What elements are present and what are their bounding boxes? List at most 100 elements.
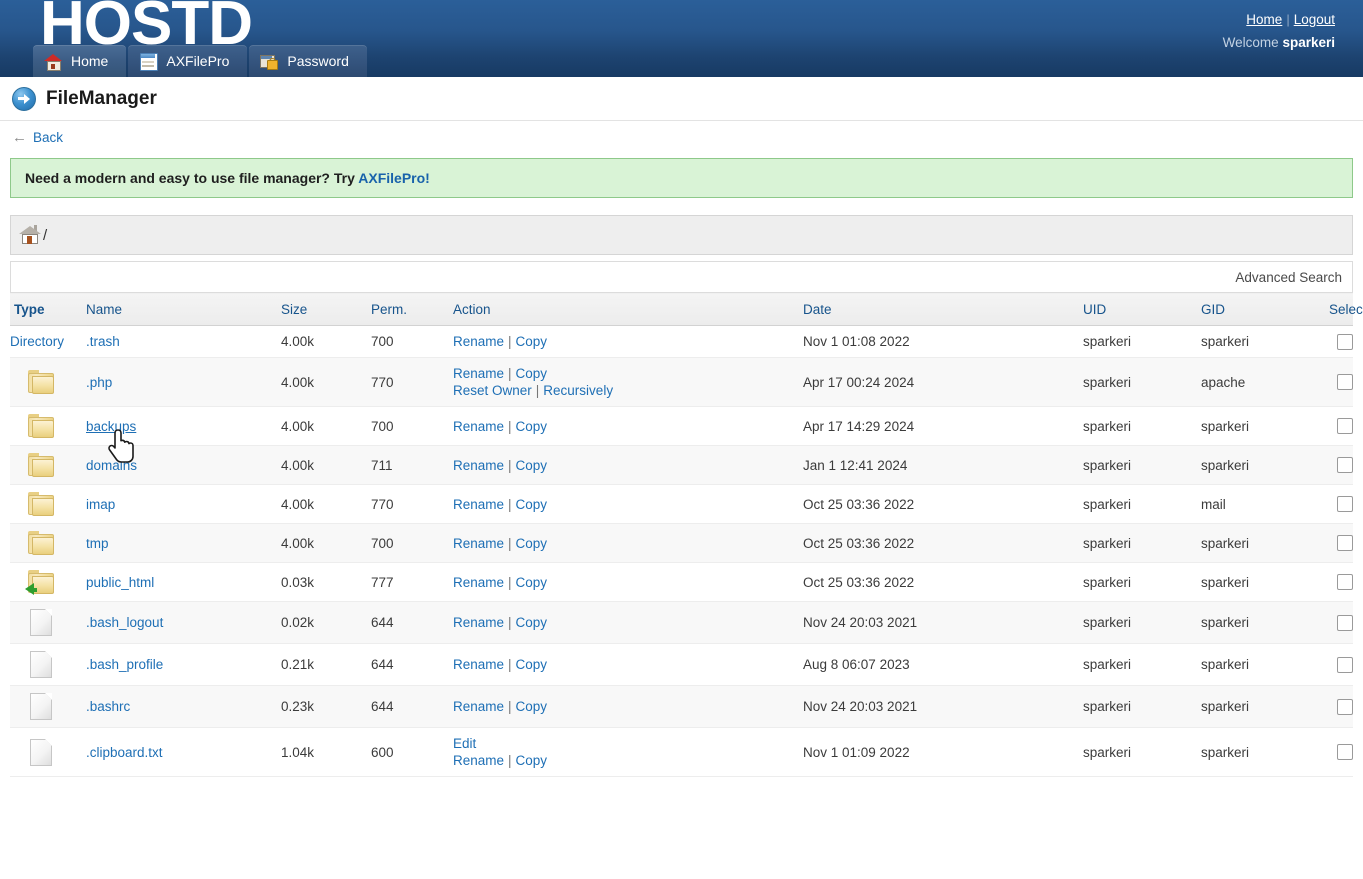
action-separator: | xyxy=(508,535,512,551)
advanced-search-link[interactable]: Advanced Search xyxy=(1235,270,1342,285)
row-type-link[interactable]: Directory xyxy=(10,334,64,349)
folder-icon[interactable] xyxy=(28,492,55,516)
row-select-checkbox[interactable] xyxy=(1337,333,1353,350)
header-logout-link[interactable]: Logout xyxy=(1294,12,1335,27)
row-permissions: 770 xyxy=(371,496,394,512)
row-uid: sparkeri xyxy=(1083,615,1132,630)
tab-axfilepro[interactable]: AXFilePro xyxy=(128,45,248,77)
action-separator: | xyxy=(508,574,512,590)
row-select-checkbox[interactable] xyxy=(1337,457,1353,474)
action-copy-link[interactable]: Copy xyxy=(516,575,548,590)
file-icon[interactable] xyxy=(30,609,52,636)
action-edit-link[interactable]: Edit xyxy=(453,736,476,751)
row-name-cell: .bash_logout xyxy=(86,602,281,644)
row-date: Nov 24 20:03 2021 xyxy=(803,699,918,714)
col-header-size[interactable]: Size xyxy=(281,292,371,326)
action-rename-link[interactable]: Rename xyxy=(453,458,504,473)
file-name-link[interactable]: .clipboard.txt xyxy=(86,745,163,760)
action-copy-link[interactable]: Copy xyxy=(516,497,548,512)
action-copy-link[interactable]: Copy xyxy=(516,536,548,551)
folder-icon[interactable] xyxy=(28,531,55,555)
row-size: 4.00k xyxy=(281,418,315,434)
action-recursively-link[interactable]: Recursively xyxy=(543,383,613,398)
action-copy-link[interactable]: Copy xyxy=(516,615,548,630)
col-header-perm[interactable]: Perm. xyxy=(371,292,453,326)
row-permissions: 700 xyxy=(371,418,394,434)
file-icon[interactable] xyxy=(30,651,52,678)
file-name-link[interactable]: .bash_logout xyxy=(86,615,163,630)
action-rename-link[interactable]: Rename xyxy=(453,615,504,630)
action-line: Rename | Copy xyxy=(453,457,803,474)
action-rename-link[interactable]: Rename xyxy=(453,753,504,768)
header-home-link[interactable]: Home xyxy=(1246,12,1282,27)
action-rename-link[interactable]: Rename xyxy=(453,497,504,512)
row-date: Apr 17 14:29 2024 xyxy=(803,418,915,434)
password-icon xyxy=(260,52,279,70)
notice-axfilepro-link[interactable]: AXFilePro! xyxy=(358,170,430,186)
row-select-checkbox[interactable] xyxy=(1337,496,1353,513)
action-rename-link[interactable]: Rename xyxy=(453,419,504,434)
row-select-checkbox[interactable] xyxy=(1337,374,1353,391)
tab-home[interactable]: Home xyxy=(33,45,127,77)
col-header-gid[interactable]: GID xyxy=(1201,292,1329,326)
file-name-link[interactable]: .trash xyxy=(86,334,120,349)
action-copy-link[interactable]: Copy xyxy=(516,334,548,349)
action-copy-link[interactable]: Copy xyxy=(516,366,548,381)
action-copy-link[interactable]: Copy xyxy=(516,699,548,714)
action-rename-link[interactable]: Rename xyxy=(453,536,504,551)
file-name-link[interactable]: backups xyxy=(86,419,136,434)
action-copy-link[interactable]: Copy xyxy=(516,657,548,672)
file-table-header-row: Type Name Size Perm. Action Date UID GID… xyxy=(10,292,1363,326)
action-rename-link[interactable]: Rename xyxy=(453,575,504,590)
row-select-checkbox[interactable] xyxy=(1337,574,1353,591)
action-separator: | xyxy=(508,657,512,672)
row-select-checkbox[interactable] xyxy=(1337,744,1353,761)
col-header-name[interactable]: Name xyxy=(86,292,281,326)
action-reset-owner-link[interactable]: Reset Owner xyxy=(453,383,532,398)
file-name-link[interactable]: imap xyxy=(86,497,115,512)
tab-password[interactable]: Password xyxy=(249,45,367,77)
row-select-checkbox[interactable] xyxy=(1337,535,1353,552)
row-select-checkbox[interactable] xyxy=(1337,418,1353,435)
action-rename-link[interactable]: Rename xyxy=(453,657,504,672)
action-copy-link[interactable]: Copy xyxy=(516,753,548,768)
file-icon[interactable] xyxy=(30,693,52,720)
folder-icon[interactable] xyxy=(28,453,55,477)
row-permissions: 700 xyxy=(371,535,394,551)
row-select-checkbox[interactable] xyxy=(1337,656,1353,673)
col-header-select[interactable]: Select xyxy=(1329,292,1363,326)
file-name-link[interactable]: .bash_profile xyxy=(86,657,163,672)
folder-icon[interactable] xyxy=(28,414,55,438)
welcome-message: Welcome sparkeri xyxy=(1223,35,1335,50)
folder-icon xyxy=(10,524,86,563)
file-name-link[interactable]: .bashrc xyxy=(86,699,130,714)
row-permissions: 600 xyxy=(371,744,394,760)
folder-icon[interactable] xyxy=(28,370,55,394)
file-name-link[interactable]: domains xyxy=(86,458,137,473)
action-rename-link[interactable]: Rename xyxy=(453,699,504,714)
folder-symlink-icon[interactable] xyxy=(25,570,55,595)
row-select-checkbox[interactable] xyxy=(1337,698,1353,715)
action-copy-link[interactable]: Copy xyxy=(516,419,548,434)
back-link[interactable]: ← Back xyxy=(12,129,63,146)
col-header-date[interactable]: Date xyxy=(803,292,1083,326)
col-header-uid[interactable]: UID xyxy=(1083,292,1201,326)
action-rename-link[interactable]: Rename xyxy=(453,366,504,381)
file-name-link[interactable]: public_html xyxy=(86,575,154,590)
file-icon[interactable] xyxy=(30,738,52,766)
action-line: Rename | Copy xyxy=(453,574,803,591)
row-gid: sparkeri xyxy=(1201,334,1250,349)
col-header-type[interactable]: Type xyxy=(10,292,86,326)
site-header: HOSTD Home | Logout Welcome sparkeri Home … xyxy=(0,0,1363,77)
row-select-checkbox[interactable] xyxy=(1337,614,1353,631)
row-actions: Rename | Copy xyxy=(453,686,803,728)
row-date: Oct 25 03:36 2022 xyxy=(803,496,915,512)
action-rename-link[interactable]: Rename xyxy=(453,334,504,349)
row-gid: sparkeri xyxy=(1201,535,1250,551)
file-name-link[interactable]: tmp xyxy=(86,536,109,551)
row-permissions: 777 xyxy=(371,574,394,590)
action-copy-link[interactable]: Copy xyxy=(516,458,548,473)
file-name-link[interactable]: .php xyxy=(86,375,112,390)
table-row: .php 4.00k 770 Rename | Copy Reset Owner | Recur… xyxy=(10,357,1353,407)
breadcrumb-home-icon[interactable] xyxy=(19,225,41,245)
